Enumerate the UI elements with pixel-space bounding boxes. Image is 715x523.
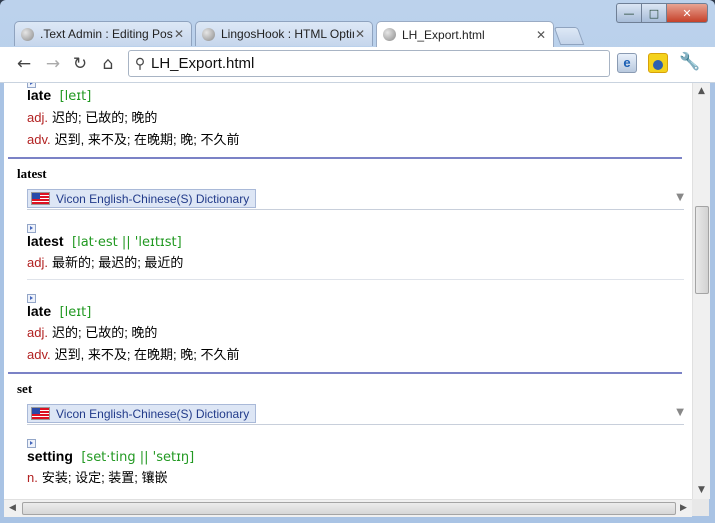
vertical-scrollbar[interactable]: ▲ ▼ [692, 83, 710, 499]
query-word: latest [17, 166, 47, 181]
wrench-icon[interactable]: 🔧 [679, 52, 701, 74]
dictionary-name: Vicon English-Chinese(S) Dictionary [56, 406, 250, 421]
address-bar[interactable]: ⚲ [128, 50, 610, 77]
back-icon[interactable]: ← [12, 52, 36, 76]
dictionary-header[interactable]: Vicon English-Chinese(S) Dictionary ▼ [27, 189, 684, 210]
headword: setting [27, 448, 73, 464]
tab-text-admin[interactable]: .Text Admin : Editing Post ✕ [14, 21, 192, 46]
search-icon: ⚲ [134, 55, 146, 72]
part-of-speech: adj. [27, 255, 48, 270]
home-icon[interactable]: ⌂ [96, 52, 120, 76]
part-of-speech: adj. [27, 110, 48, 125]
dictionary-label[interactable]: Vicon English-Chinese(S) Dictionary [27, 404, 257, 423]
headword: late [27, 87, 52, 103]
browser-window: — □ ✕ .Text Admin : Editing Post ✕ Lingo… [0, 0, 715, 523]
globe-icon [383, 28, 396, 41]
close-button[interactable]: ✕ [666, 3, 708, 23]
speaker-icon[interactable] [27, 294, 36, 303]
tab-title: .Text Admin : Editing Post [40, 27, 173, 41]
chevron-down-icon[interactable]: ▼ [676, 407, 684, 418]
phonetic: [leɪt] [59, 89, 92, 104]
dict-entry: setting [set·ting || 'setɪŋ] [4, 445, 692, 467]
phonetic: [lat·est || 'leɪtɪst] [72, 235, 182, 250]
scroll-right-icon[interactable]: ▶ [675, 500, 692, 517]
dict-entry: late [leɪt] [4, 83, 692, 107]
speaker-icon[interactable] [27, 224, 36, 233]
globe-icon [202, 27, 215, 41]
forward-icon[interactable]: → [41, 52, 65, 76]
dictionary-header[interactable]: Vicon English-Chinese(S) Dictionary ▼ [27, 404, 684, 425]
sense-line: adv. 迟到, 来不及; 在晚期; 晚; 不久前 [4, 344, 692, 366]
dict-entry: latest [lat·est || 'leɪtɪst] [4, 230, 692, 252]
definition: 迟到, 来不及; 在晚期; 晚; 不久前 [54, 132, 240, 147]
tab-close-icon[interactable]: ✕ [173, 27, 185, 41]
phonetic: [set·ting || 'setɪŋ] [81, 450, 195, 465]
definition: 迟的; 已故的; 晚的 [51, 110, 158, 125]
definition: 迟到, 来不及; 在晚期; 晚; 不久前 [54, 347, 240, 362]
scrollbar-corner [692, 499, 709, 516]
sense-line: adv. 迟到, 来不及; 在晚期; 晚; 不久前 [4, 129, 692, 151]
sense-line: adj. 迟的; 已故的; 晚的 [4, 322, 692, 344]
part-of-speech: adv. [27, 347, 51, 362]
maximize-button[interactable]: □ [641, 3, 666, 23]
dictionary-label[interactable]: Vicon English-Chinese(S) Dictionary [27, 189, 257, 208]
globe-icon [21, 27, 34, 41]
tab-lh-export[interactable]: LH_Export.html ✕ [376, 21, 554, 47]
lingoshook-icon[interactable] [648, 53, 668, 73]
tab-strip: .Text Admin : Editing Post ✕ LingosHook … [14, 21, 585, 47]
scroll-up-icon[interactable]: ▲ [693, 83, 710, 100]
minimize-button[interactable]: — [616, 3, 641, 23]
headword: late [27, 303, 52, 319]
window-frame-bottom [0, 516, 715, 523]
scrollbar-thumb[interactable] [22, 502, 676, 515]
scroll-left-icon[interactable]: ◀ [4, 500, 21, 517]
sense-line: adj. 最新的; 最迟的; 最近的 [4, 252, 692, 274]
query-word: set [17, 381, 33, 396]
scrollbar-thumb[interactable] [695, 206, 709, 294]
speaker-icon[interactable] [27, 439, 36, 448]
tab-title: LH_Export.html [402, 27, 485, 42]
tab-title: LingosHook : HTML Optimi [221, 27, 354, 41]
page-content: late [leɪt] adj. 迟的; 已故的; 晚的 adv. 迟到, 来不及;… [4, 83, 692, 499]
scroll-area: late [leɪt] adj. 迟的; 已故的; 晚的 adv. 迟到, 来不及;… [4, 83, 692, 489]
dict-entry: late [leɪt] [4, 300, 692, 322]
flag-icon [31, 407, 50, 420]
flag-icon [31, 192, 50, 205]
sense-line: adj. 迟的; 已故的; 晚的 [4, 107, 692, 129]
definition: 安装; 设定; 装置; 镶嵌 [41, 470, 168, 485]
dictionary-name: Vicon English-Chinese(S) Dictionary [56, 191, 250, 206]
address-input[interactable] [151, 55, 591, 72]
speaker-icon[interactable] [27, 83, 36, 88]
horizontal-scrollbar[interactable]: ◀ ▶ [4, 499, 692, 517]
tab-close-icon[interactable]: ✕ [535, 28, 547, 42]
window-controls: — □ ✕ [616, 3, 708, 23]
ie-tab-icon[interactable]: e [617, 53, 637, 73]
definition: 迟的; 已故的; 晚的 [51, 325, 158, 340]
tab-close-icon[interactable]: ✕ [354, 27, 366, 41]
headword: latest [27, 233, 64, 249]
tab-lingoshook[interactable]: LingosHook : HTML Optimi ✕ [195, 21, 373, 46]
part-of-speech: adv. [27, 132, 51, 147]
chevron-down-icon[interactable]: ▼ [676, 192, 684, 203]
phonetic: [leɪt] [59, 305, 92, 320]
part-of-speech: adj. [27, 325, 48, 340]
toolbar: ← → ↻ ⌂ ⚲ e 🔧 [0, 47, 715, 83]
sense-line: n. 安装; 设定; 装置; 镶嵌 [4, 467, 692, 489]
scroll-down-icon[interactable]: ▼ [693, 482, 710, 499]
part-of-speech: n. [27, 470, 38, 485]
definition: 最新的; 最迟的; 最近的 [51, 255, 184, 270]
reload-icon[interactable]: ↻ [68, 52, 92, 76]
new-tab-button[interactable] [553, 27, 585, 45]
